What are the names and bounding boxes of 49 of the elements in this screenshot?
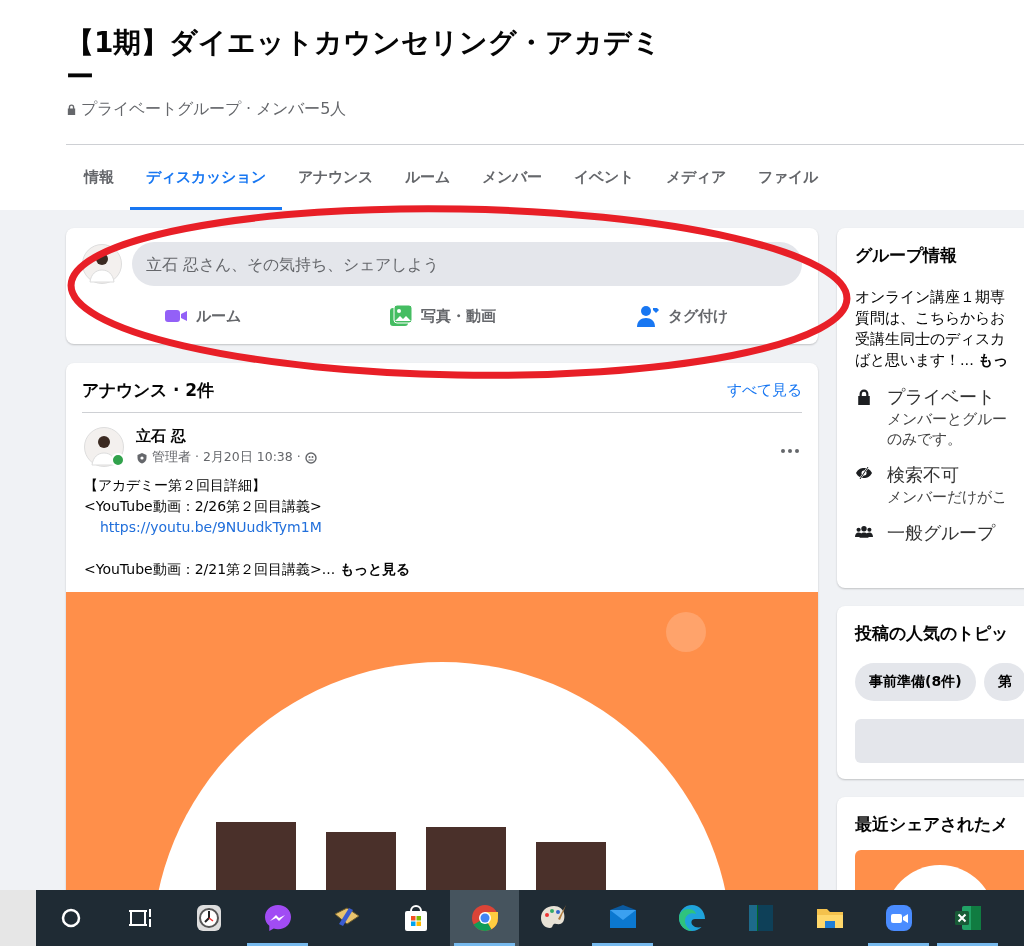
group-description: 受講生同士のディスカ — [855, 330, 1006, 349]
person-tag-icon — [636, 304, 660, 328]
shield-icon — [136, 451, 148, 464]
see-all-link[interactable]: すべて見る — [727, 381, 802, 400]
post-text: <YouTube動画：2/21第２回目講義>... もっと見る — [84, 560, 411, 579]
tab[interactable]: アナウンス — [282, 145, 389, 210]
video-link[interactable]: https://youtu.be/9NUudkTym1M — [100, 519, 322, 535]
composer-action-button[interactable]: ルーム — [82, 294, 322, 338]
composer-action-button[interactable]: 写真・動画 — [322, 294, 562, 338]
info-title: 一般グループ — [887, 521, 995, 545]
author-name[interactable]: 立石 忍 — [136, 427, 768, 446]
lock-icon — [855, 389, 873, 405]
info-title: プライベート — [887, 385, 996, 409]
tab[interactable]: メディア — [650, 145, 742, 210]
group-title: 【1期】ダイエットカウンセリング・アカデミー — [66, 25, 663, 94]
topic-chip[interactable]: 事前準備(8件) — [855, 663, 976, 701]
window-edge — [0, 890, 36, 946]
post-meta: 管理者 · 2月20日 10:38 · — [152, 449, 301, 466]
lock-icon — [66, 104, 77, 115]
ellipsis-icon — [780, 449, 800, 453]
tab[interactable]: メンバー — [466, 145, 558, 210]
topic-chip[interactable]: 第 — [983, 663, 1024, 701]
section-title: 最近シェアされたメ — [855, 813, 1009, 836]
crossed-eye-icon — [855, 467, 873, 479]
group-description: ばと思います！... もっ — [855, 351, 1010, 370]
photo-icon — [388, 304, 413, 328]
tab[interactable]: 情報 — [68, 145, 130, 210]
info-title: 検索不可 — [887, 463, 960, 487]
info-description: メンバーとグルー — [887, 409, 1007, 429]
section-title: グループ情報 — [855, 244, 958, 267]
post-input-field[interactable]: 立石 忍さん、その気持ち、シェアしよう — [132, 242, 802, 286]
section-title: アナウンス · 2件 — [82, 379, 215, 402]
post-text: 【アカデミー第２回目詳細】 — [84, 476, 267, 495]
avatar — [84, 427, 124, 467]
info-description: メンバーだけがこ — [887, 487, 1007, 507]
group-description: 質問は、こちらからお — [855, 309, 1006, 328]
globe-icon — [304, 451, 317, 464]
tab[interactable]: ルーム — [389, 145, 466, 210]
section-title: 投稿の人気のトピッ — [855, 622, 1009, 645]
people-icon — [855, 525, 873, 538]
avatar — [82, 244, 122, 284]
tab[interactable]: ファイル — [742, 145, 834, 210]
info-description: のみです。 — [887, 429, 963, 449]
group-privacy: プライベートグループ · メンバー5人 — [81, 99, 347, 120]
post-text: <YouTube動画：2/26第２回目講義> — [84, 497, 323, 516]
group-description: オンライン講座１期専 — [855, 288, 1006, 307]
tab[interactable]: ディスカッション — [130, 145, 282, 210]
tab[interactable]: イベント — [558, 145, 650, 210]
composer-action-button[interactable]: タグ付け — [562, 294, 802, 338]
